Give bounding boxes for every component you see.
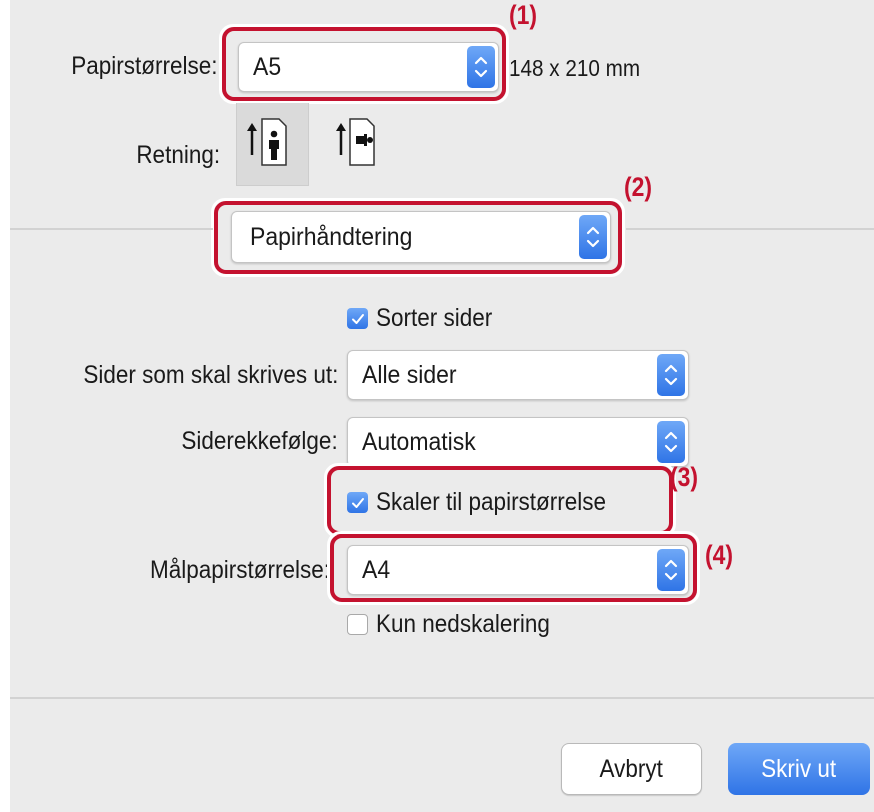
landscape-icon bbox=[336, 118, 375, 166]
callout-3 bbox=[327, 466, 673, 535]
target-paper-label: Målpapirstørrelse: bbox=[149, 556, 330, 584]
portrait-button[interactable] bbox=[236, 103, 309, 186]
callout-4-number: (4) bbox=[705, 540, 734, 570]
chevron-updown-icon bbox=[657, 354, 685, 396]
preview-edge bbox=[0, 0, 10, 812]
callout-3-number: (3) bbox=[670, 462, 699, 492]
callout-2-number: (2) bbox=[624, 172, 653, 202]
cancel-button[interactable]: Avbryt bbox=[561, 743, 702, 795]
chevron-updown-icon bbox=[657, 421, 685, 463]
divider-top bbox=[10, 228, 213, 230]
paper-size-label: Papirstørrelse: bbox=[71, 52, 218, 80]
collate-checkbox[interactable] bbox=[347, 308, 368, 329]
cancel-button-label: Avbryt bbox=[599, 754, 664, 783]
print-button[interactable]: Skriv ut bbox=[728, 743, 870, 795]
collate-label: Sorter sider bbox=[376, 304, 493, 332]
page-order-label: Siderekkefølge: bbox=[181, 427, 338, 455]
scale-down-only-checkbox-row[interactable]: Kun nedskalering bbox=[347, 610, 569, 639]
pages-to-print-label: Sider som skal skrives ut: bbox=[82, 361, 338, 389]
divider-bottom bbox=[10, 697, 874, 699]
landscape-button[interactable] bbox=[326, 103, 399, 186]
pages-to-print-popup[interactable]: Alle sider bbox=[347, 350, 689, 400]
page-order-popup[interactable]: Automatisk bbox=[347, 417, 689, 467]
callout-1-number: (1) bbox=[509, 0, 538, 30]
print-button-label: Skriv ut bbox=[761, 754, 837, 783]
callout-2 bbox=[214, 201, 622, 274]
paper-dimensions: 148 x 210 mm bbox=[509, 55, 641, 81]
collate-checkbox-row[interactable]: Sorter sider bbox=[347, 304, 505, 333]
checkmark-icon bbox=[351, 313, 364, 324]
callout-4 bbox=[330, 534, 697, 602]
page-order-value: Automatisk bbox=[362, 427, 476, 456]
pages-to-print-value: Alle sider bbox=[362, 360, 457, 389]
scale-down-only-checkbox[interactable] bbox=[347, 614, 368, 635]
callout-1 bbox=[222, 27, 506, 101]
scale-down-only-label: Kun nedskalering bbox=[376, 610, 550, 638]
portrait-icon bbox=[247, 118, 287, 166]
orientation-label: Retning: bbox=[136, 141, 220, 169]
divider-top-right bbox=[626, 228, 874, 230]
